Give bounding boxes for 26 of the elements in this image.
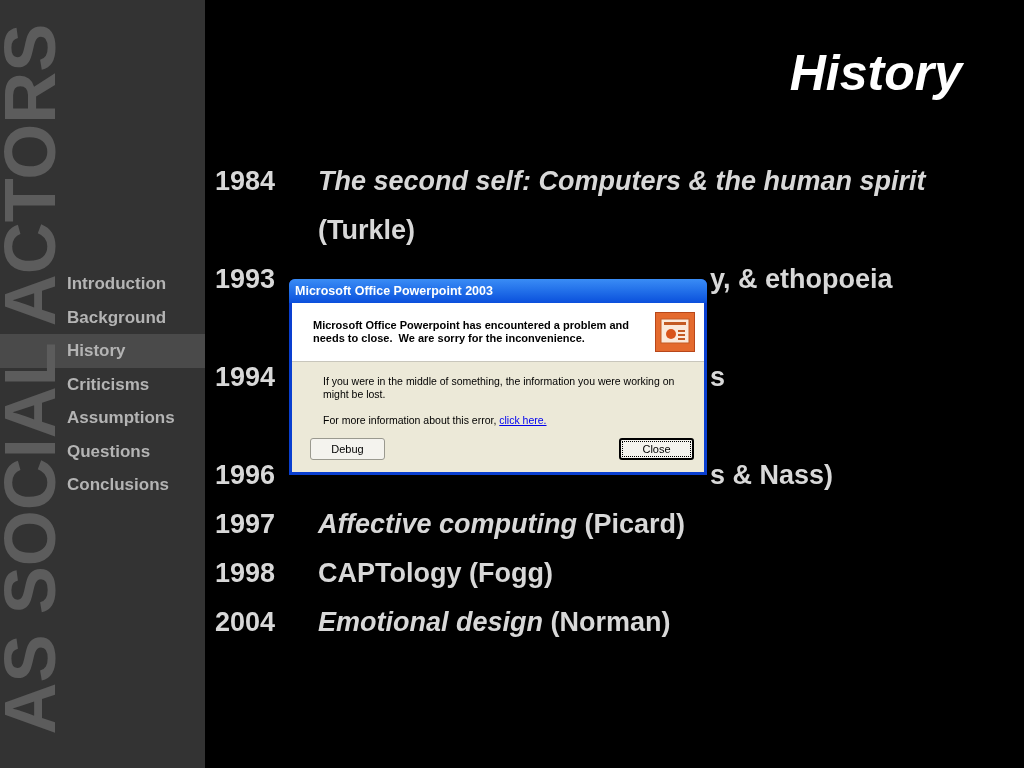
entry-text: CAPTology (Fogg)	[318, 557, 553, 591]
help-link[interactable]: click here.	[499, 414, 547, 426]
entry-text: y, & ethopoeia	[710, 263, 893, 297]
entry-text: s & Nass)	[710, 459, 834, 493]
error-message: If you were in the middle of something, the information you were working on might be lost.	[323, 375, 676, 401]
dialog-button[interactable]: Debug	[310, 438, 385, 460]
year-label: 1994	[215, 361, 276, 395]
nav-item[interactable]: Criticisms	[0, 367, 205, 401]
presentation-app-icon	[655, 312, 695, 352]
dialog-button[interactable]: Close	[619, 438, 694, 460]
nav-item[interactable]: History	[0, 334, 205, 368]
dialog-title: Microsoft Office Powerpoint 2003	[294, 282, 493, 300]
year-label: 1993	[215, 263, 276, 297]
year-label: 1997	[215, 508, 276, 542]
error-headline: Microsoft Office Powerpoint has encountered a problem and needs to close. We are sorry for the inconvenience.	[313, 319, 630, 345]
slide-title: History	[789, 45, 962, 101]
year-label: 1996	[215, 459, 276, 493]
info-sentence: For more information about this error, click here.	[323, 414, 548, 427]
year-label: 2004	[215, 606, 276, 640]
entry-text: Emotional design (Norman)	[318, 606, 671, 640]
year-label: 1984	[215, 165, 276, 199]
entry-text: Affective computing (Picard)	[318, 508, 686, 542]
entry-text: The second self: Computers & the human spirit	[318, 165, 926, 199]
entry-text: (Turkle)	[318, 214, 415, 248]
entry-text: s	[710, 361, 726, 395]
year-label: 1998	[215, 557, 276, 591]
